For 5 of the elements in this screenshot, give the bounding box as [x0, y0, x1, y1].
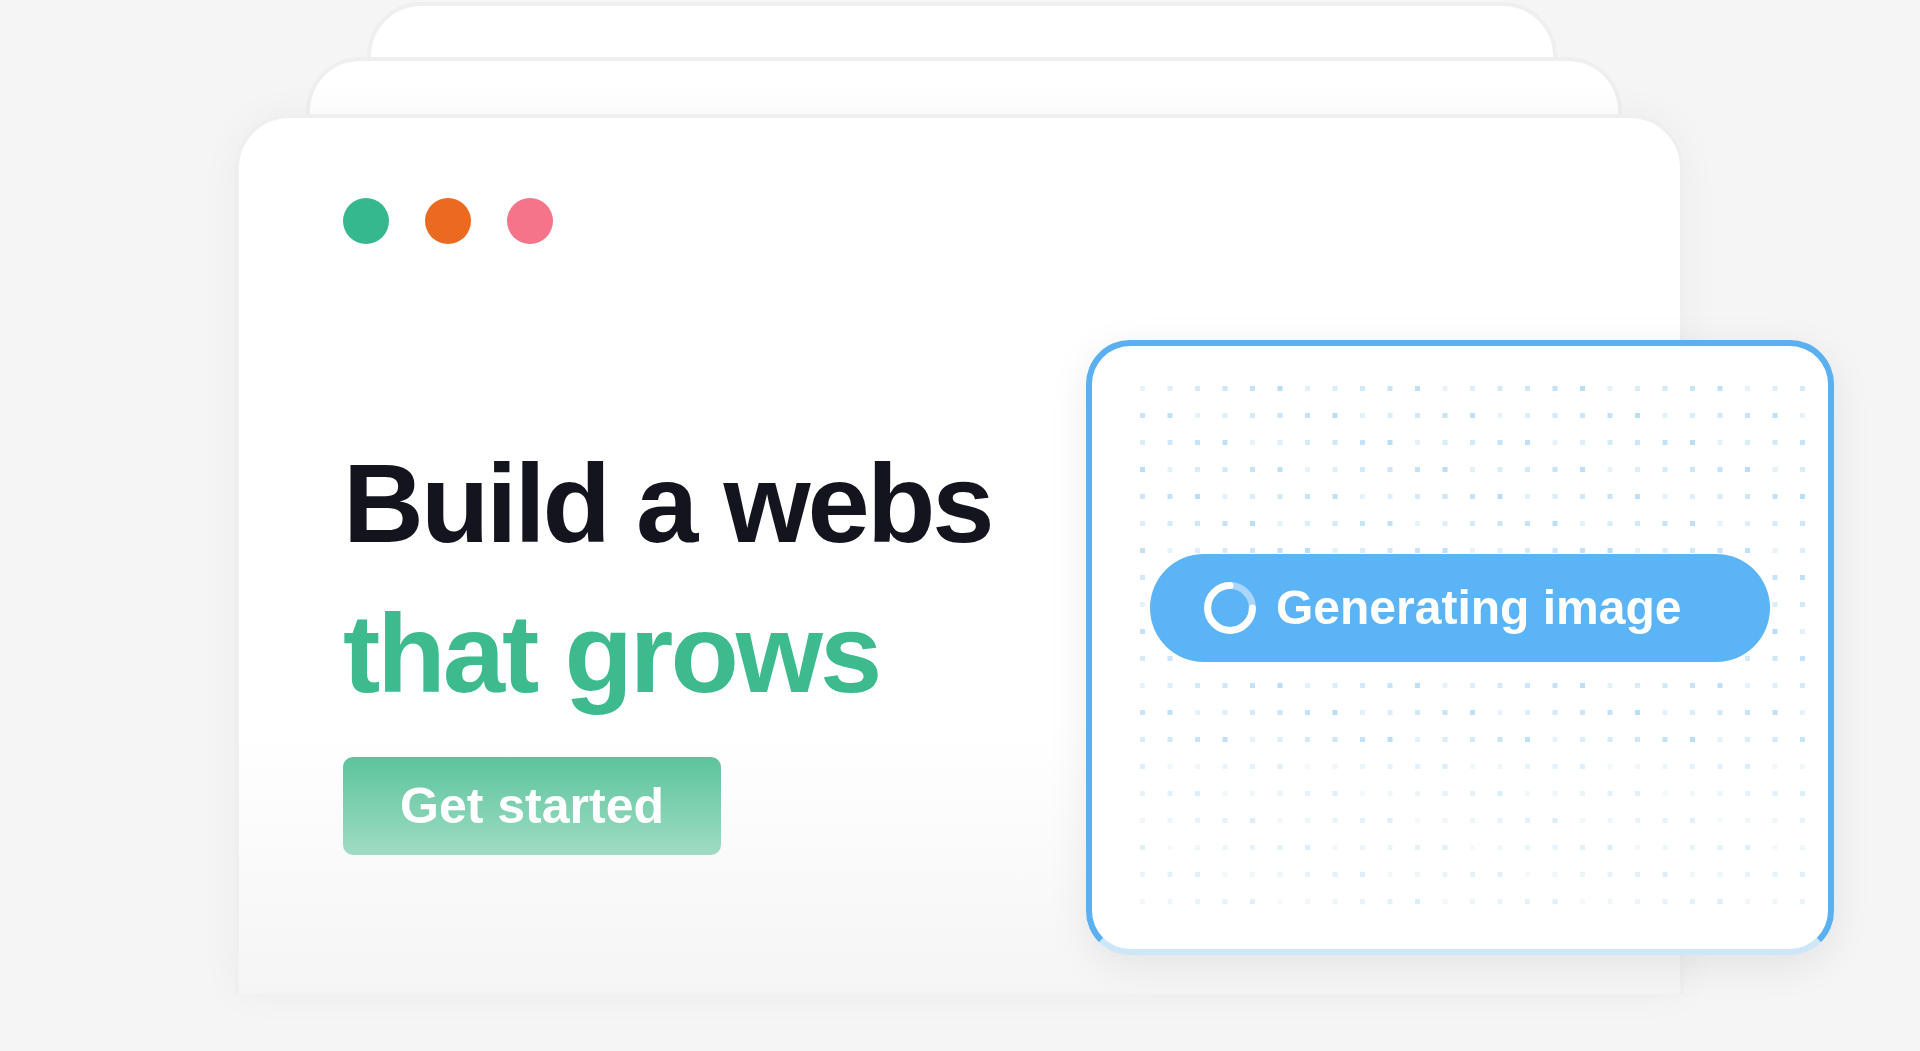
headline: that grows — [343, 590, 880, 718]
get-started-button[interactable]: Get started — [343, 757, 721, 855]
status-text: Generating image — [1276, 580, 1682, 635]
spinner-icon — [1202, 579, 1258, 636]
headline: Build a webs — [343, 440, 992, 568]
